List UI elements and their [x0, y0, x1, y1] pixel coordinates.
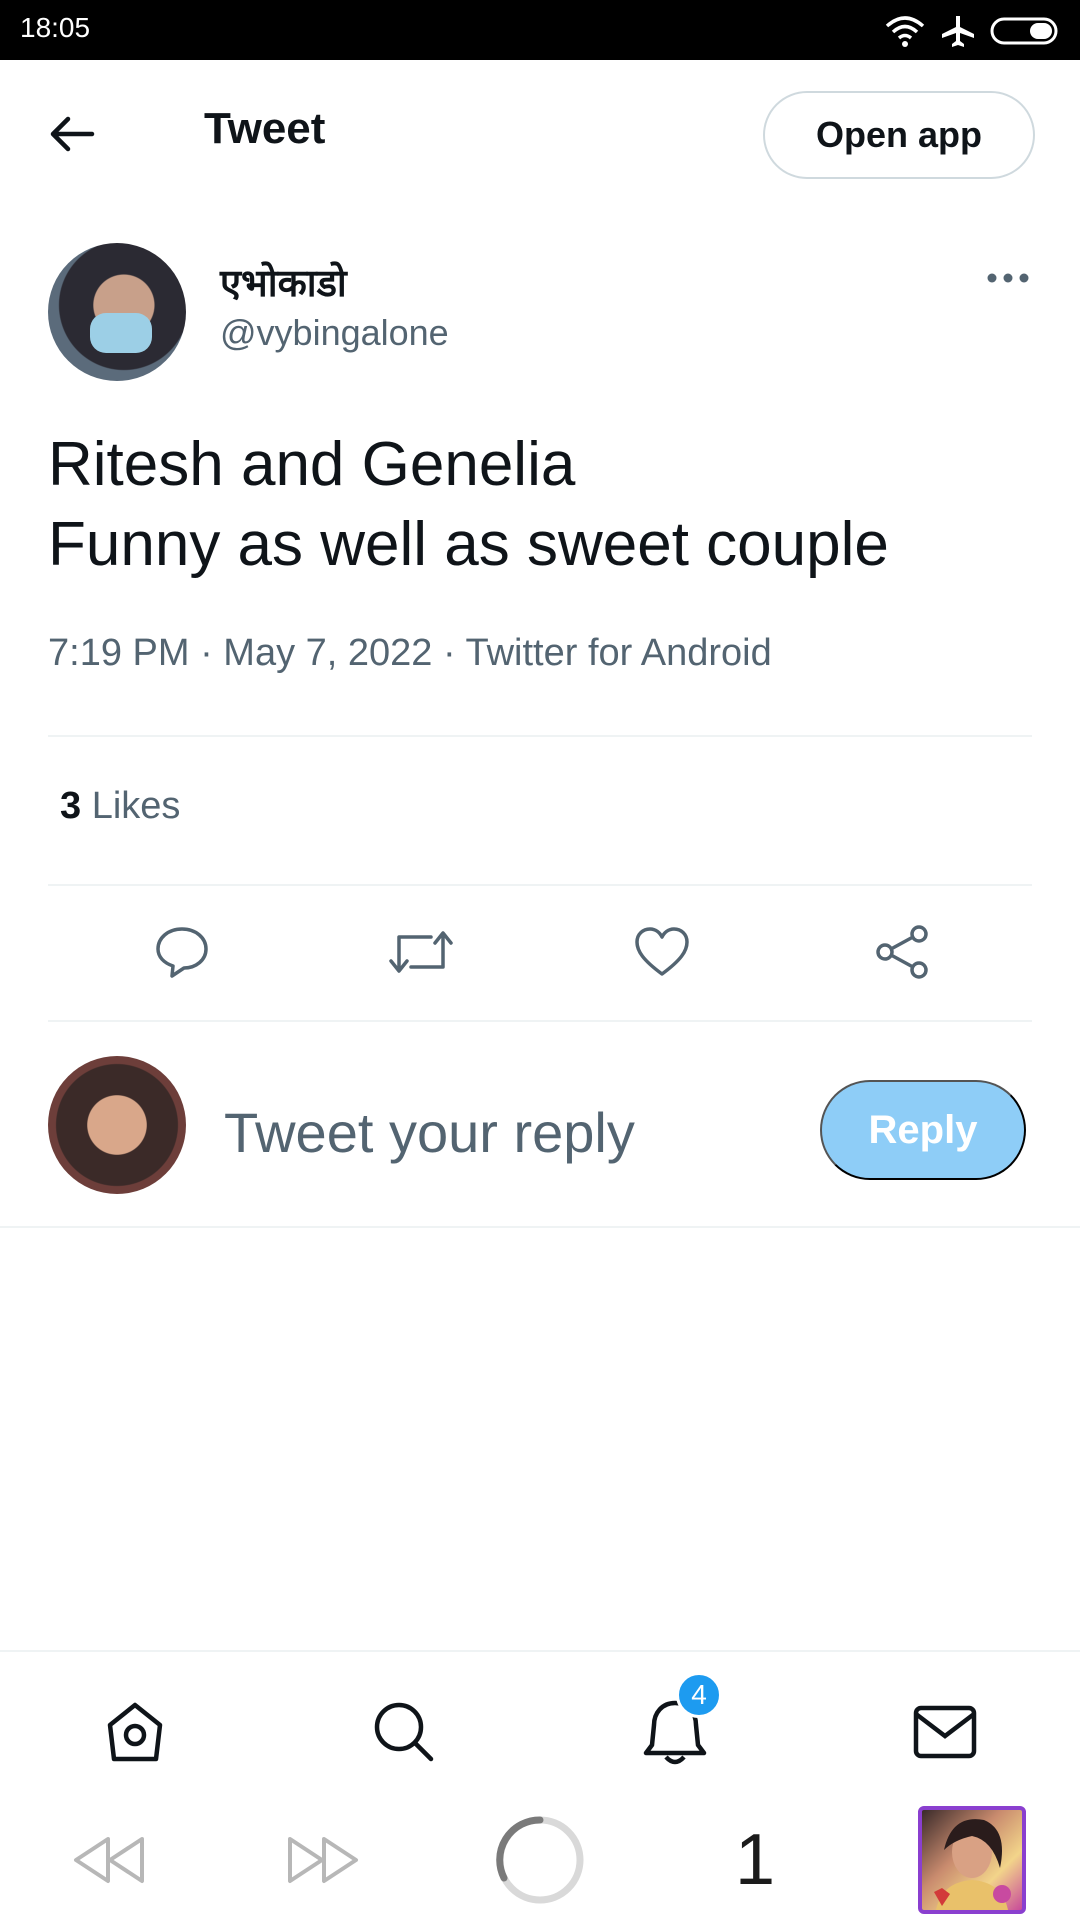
battery-icon — [990, 16, 1062, 50]
avatar-photo-detail — [90, 313, 152, 353]
open-app-button[interactable]: Open app — [763, 91, 1035, 179]
back-arrow-icon — [50, 116, 95, 152]
more-dots-icon — [987, 273, 1029, 283]
divider — [48, 1020, 1032, 1022]
browser-back-button[interactable] — [68, 1818, 148, 1902]
tweet-meta: 7:19 PM · May 7, 2022 · Twitter for Andr… — [48, 632, 772, 674]
back-button[interactable] — [40, 106, 104, 162]
comment-icon — [156, 927, 208, 978]
status-time: 18:05 — [20, 12, 91, 43]
author-name[interactable]: एभोकाडो — [220, 256, 347, 308]
likes-label: Likes — [91, 785, 181, 827]
tab-count: 1 — [734, 1820, 776, 1900]
divider — [48, 884, 1032, 886]
retweet-action-button[interactable] — [385, 920, 457, 984]
browser-forward-button[interactable] — [284, 1818, 364, 1902]
loading-spinner-icon — [496, 1816, 584, 1904]
status-icons — [884, 14, 1062, 52]
share-action-button[interactable] — [866, 920, 938, 984]
nav-home[interactable] — [95, 1692, 175, 1772]
photo-thumbnail-image — [934, 1819, 1011, 1910]
profile-thumbnail[interactable] — [918, 1806, 1026, 1914]
author-handle[interactable]: @vybingalone — [220, 312, 449, 354]
author-avatar[interactable] — [48, 243, 186, 381]
status-bar: 18:05 — [0, 0, 1080, 60]
like-action-button[interactable] — [626, 920, 698, 984]
user-avatar[interactable] — [48, 1056, 186, 1194]
reply-input[interactable]: Tweet your reply — [224, 1100, 635, 1165]
home-icon — [107, 1702, 163, 1762]
divider — [0, 1226, 1080, 1228]
likes-count-link[interactable]: 3 Likes — [60, 785, 180, 828]
reply-action-button[interactable] — [146, 920, 218, 984]
reply-button[interactable]: Reply — [820, 1080, 1026, 1180]
wifi-icon — [884, 14, 926, 52]
fast-forward-icon — [288, 1837, 358, 1883]
retweet-icon — [389, 931, 453, 973]
nav-messages[interactable] — [905, 1692, 985, 1772]
likes-count: 3 — [60, 785, 82, 827]
top-header: Tweet Open app — [0, 60, 1080, 210]
share-icon — [876, 925, 928, 979]
more-options-button[interactable] — [984, 262, 1032, 294]
notification-badge: 4 — [676, 1672, 722, 1718]
tweet-text-line: Funny as well as sweet couple — [48, 510, 889, 579]
nav-search[interactable] — [364, 1692, 444, 1772]
airplane-icon — [940, 14, 976, 52]
search-icon — [374, 1702, 434, 1762]
tab-count-button[interactable]: 1 — [715, 1818, 795, 1902]
divider — [48, 735, 1032, 737]
mail-icon — [913, 1705, 977, 1759]
tweet-text: Ritesh and Genelia Funny as well as swee… — [48, 425, 1028, 585]
bottom-navigation — [0, 1650, 1080, 1800]
rewind-icon — [74, 1837, 144, 1883]
heart-icon — [635, 927, 689, 976]
browser-loading-indicator[interactable] — [494, 1816, 586, 1904]
tweet-text-line: Ritesh and Genelia — [48, 430, 576, 499]
page-title: Tweet — [204, 104, 326, 153]
